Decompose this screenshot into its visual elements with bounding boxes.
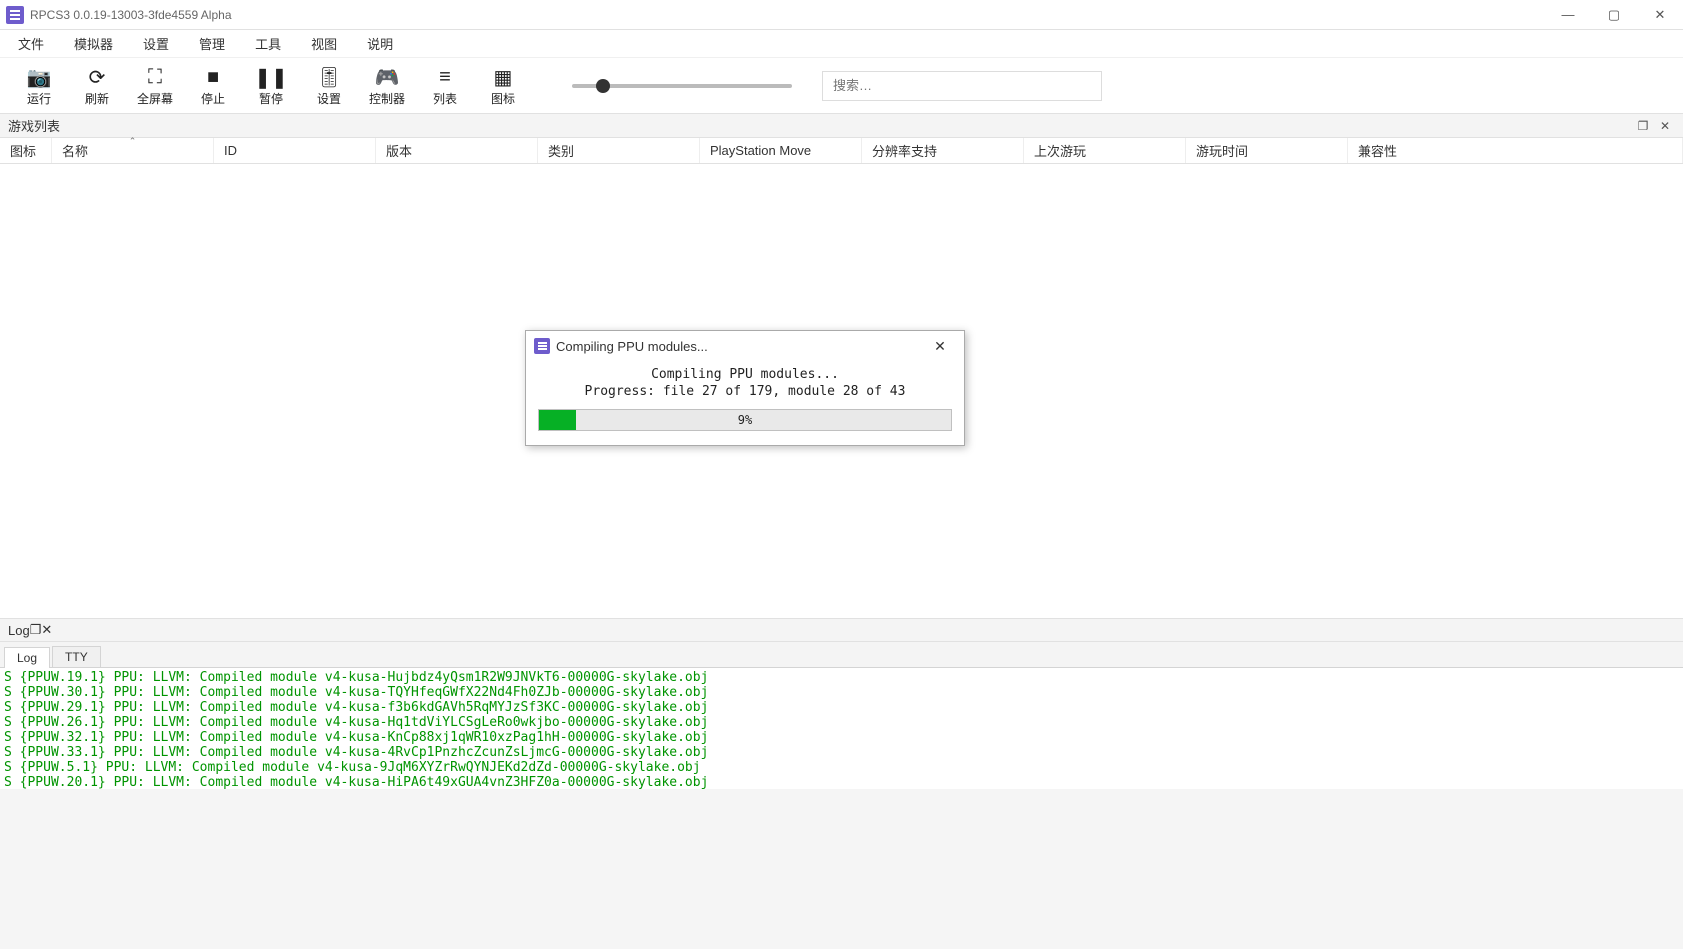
gamelist-panel-title: 游戏列表 xyxy=(8,116,60,135)
gamelist-panel-header: 游戏列表 ❐ ✕ xyxy=(0,114,1683,138)
app-icon xyxy=(6,6,24,24)
toolbar-stop[interactable]: ■停止 xyxy=(184,60,242,112)
toolbar: 📷运行 ⟳刷新 ⛶全屏幕 ■停止 ❚❚暂停 🎚设置 🎮控制器 ≡列表 ▦图标 xyxy=(0,58,1683,114)
modal-titlebar: Compiling PPU modules... ✕ xyxy=(526,331,964,361)
log-line: S {PPUW.19.1} PPU: LLVM: Compiled module… xyxy=(4,670,1679,685)
fullscreen-icon: ⛶ xyxy=(148,64,162,90)
maximize-button[interactable]: ▢ xyxy=(1591,0,1637,30)
column-psmove[interactable]: PlayStation Move xyxy=(700,138,862,163)
list-icon: ≡ xyxy=(439,64,451,90)
toolbar-list[interactable]: ≡列表 xyxy=(416,60,474,112)
log-line: S {PPUW.20.1} PPU: LLVM: Compiled module… xyxy=(4,775,1679,789)
modal-body: Compiling PPU modules... Progress: file … xyxy=(526,361,964,445)
gamepad-icon: 🎮 xyxy=(375,64,400,90)
toolbar-settings[interactable]: 🎚设置 xyxy=(300,60,358,112)
log-close-button[interactable]: ✕ xyxy=(41,622,52,638)
compile-modal: Compiling PPU modules... ✕ Compiling PPU… xyxy=(525,330,965,446)
close-button[interactable]: ✕ xyxy=(1637,0,1683,30)
pause-icon: ❚❚ xyxy=(254,64,288,90)
log-float-button[interactable]: ❐ xyxy=(30,622,42,638)
sort-indicator-icon: ⌃ xyxy=(129,136,137,147)
log-line: S {PPUW.5.1} PPU: LLVM: Compiled module … xyxy=(4,760,1679,775)
modal-message: Compiling PPU modules... xyxy=(538,367,952,382)
log-body[interactable]: S {PPUW.19.1} PPU: LLVM: Compiled module… xyxy=(0,668,1683,789)
modal-title: Compiling PPU modules... xyxy=(556,339,708,354)
column-name[interactable]: ⌃名称 xyxy=(52,138,214,163)
menu-file[interactable]: 文件 xyxy=(8,32,54,55)
sliders-icon: 🎚 xyxy=(316,64,341,90)
icon-size-slider[interactable] xyxy=(572,84,792,88)
menu-help[interactable]: 说明 xyxy=(357,32,403,55)
gamelist-close-button[interactable]: ✕ xyxy=(1655,116,1675,136)
log-line: S {PPUW.32.1} PPU: LLVM: Compiled module… xyxy=(4,730,1679,745)
menu-manage[interactable]: 管理 xyxy=(189,32,235,55)
modal-close-button[interactable]: ✕ xyxy=(924,333,956,359)
window-title: RPCS3 0.0.19-13003-3fde4559 Alpha xyxy=(30,8,232,22)
column-id[interactable]: ID xyxy=(214,138,376,163)
menu-tools[interactable]: 工具 xyxy=(245,32,291,55)
grid-icon: ▦ xyxy=(494,64,513,90)
app-icon xyxy=(534,338,550,354)
camera-icon: 📷 xyxy=(27,64,52,90)
log-line: S {PPUW.33.1} PPU: LLVM: Compiled module… xyxy=(4,745,1679,760)
column-category[interactable]: 类别 xyxy=(538,138,700,163)
toolbar-pause[interactable]: ❚❚暂停 xyxy=(242,60,300,112)
column-resolution[interactable]: 分辨率支持 xyxy=(862,138,1024,163)
toolbar-run[interactable]: 📷运行 xyxy=(10,60,68,112)
modal-progress-text: Progress: file 27 of 179, module 28 of 4… xyxy=(538,384,952,399)
search-input[interactable] xyxy=(833,78,1091,93)
progress-percent: 9% xyxy=(539,410,951,430)
progress-bar: 9% xyxy=(538,409,952,431)
log-line: S {PPUW.29.1} PPU: LLVM: Compiled module… xyxy=(4,700,1679,715)
gamelist-columns: 图标 ⌃名称 ID 版本 类别 PlayStation Move 分辨率支持 上… xyxy=(0,138,1683,164)
toolbar-fullscreen[interactable]: ⛶全屏幕 xyxy=(126,60,184,112)
refresh-icon: ⟳ xyxy=(89,64,106,90)
toolbar-grid[interactable]: ▦图标 xyxy=(474,60,532,112)
menu-view[interactable]: 视图 xyxy=(301,32,347,55)
column-playtime[interactable]: 游玩时间 xyxy=(1186,138,1348,163)
log-line: S {PPUW.26.1} PPU: LLVM: Compiled module… xyxy=(4,715,1679,730)
gamelist-float-button[interactable]: ❐ xyxy=(1633,116,1653,136)
column-compat[interactable]: 兼容性 xyxy=(1348,138,1683,163)
log-line: S {PPUW.30.1} PPU: LLVM: Compiled module… xyxy=(4,685,1679,700)
minimize-button[interactable]: — xyxy=(1545,0,1591,30)
stop-icon: ■ xyxy=(207,64,219,90)
log-panel-title: Log xyxy=(8,623,30,638)
column-icon[interactable]: 图标 xyxy=(0,138,52,163)
log-panel-header: Log ❐ ✕ xyxy=(0,618,1683,642)
menu-emulator[interactable]: 模拟器 xyxy=(64,32,123,55)
column-lastplay[interactable]: 上次游玩 xyxy=(1024,138,1186,163)
log-tabs: Log TTY xyxy=(0,642,1683,668)
search-box[interactable] xyxy=(822,71,1102,101)
menu-config[interactable]: 设置 xyxy=(133,32,179,55)
menu-bar: 文件 模拟器 设置 管理 工具 视图 说明 xyxy=(0,30,1683,58)
tab-log[interactable]: Log xyxy=(4,647,50,668)
tab-tty[interactable]: TTY xyxy=(52,646,101,667)
toolbar-controller[interactable]: 🎮控制器 xyxy=(358,60,416,112)
title-bar: RPCS3 0.0.19-13003-3fde4559 Alpha — ▢ ✕ xyxy=(0,0,1683,30)
column-version[interactable]: 版本 xyxy=(376,138,538,163)
toolbar-refresh[interactable]: ⟳刷新 xyxy=(68,60,126,112)
